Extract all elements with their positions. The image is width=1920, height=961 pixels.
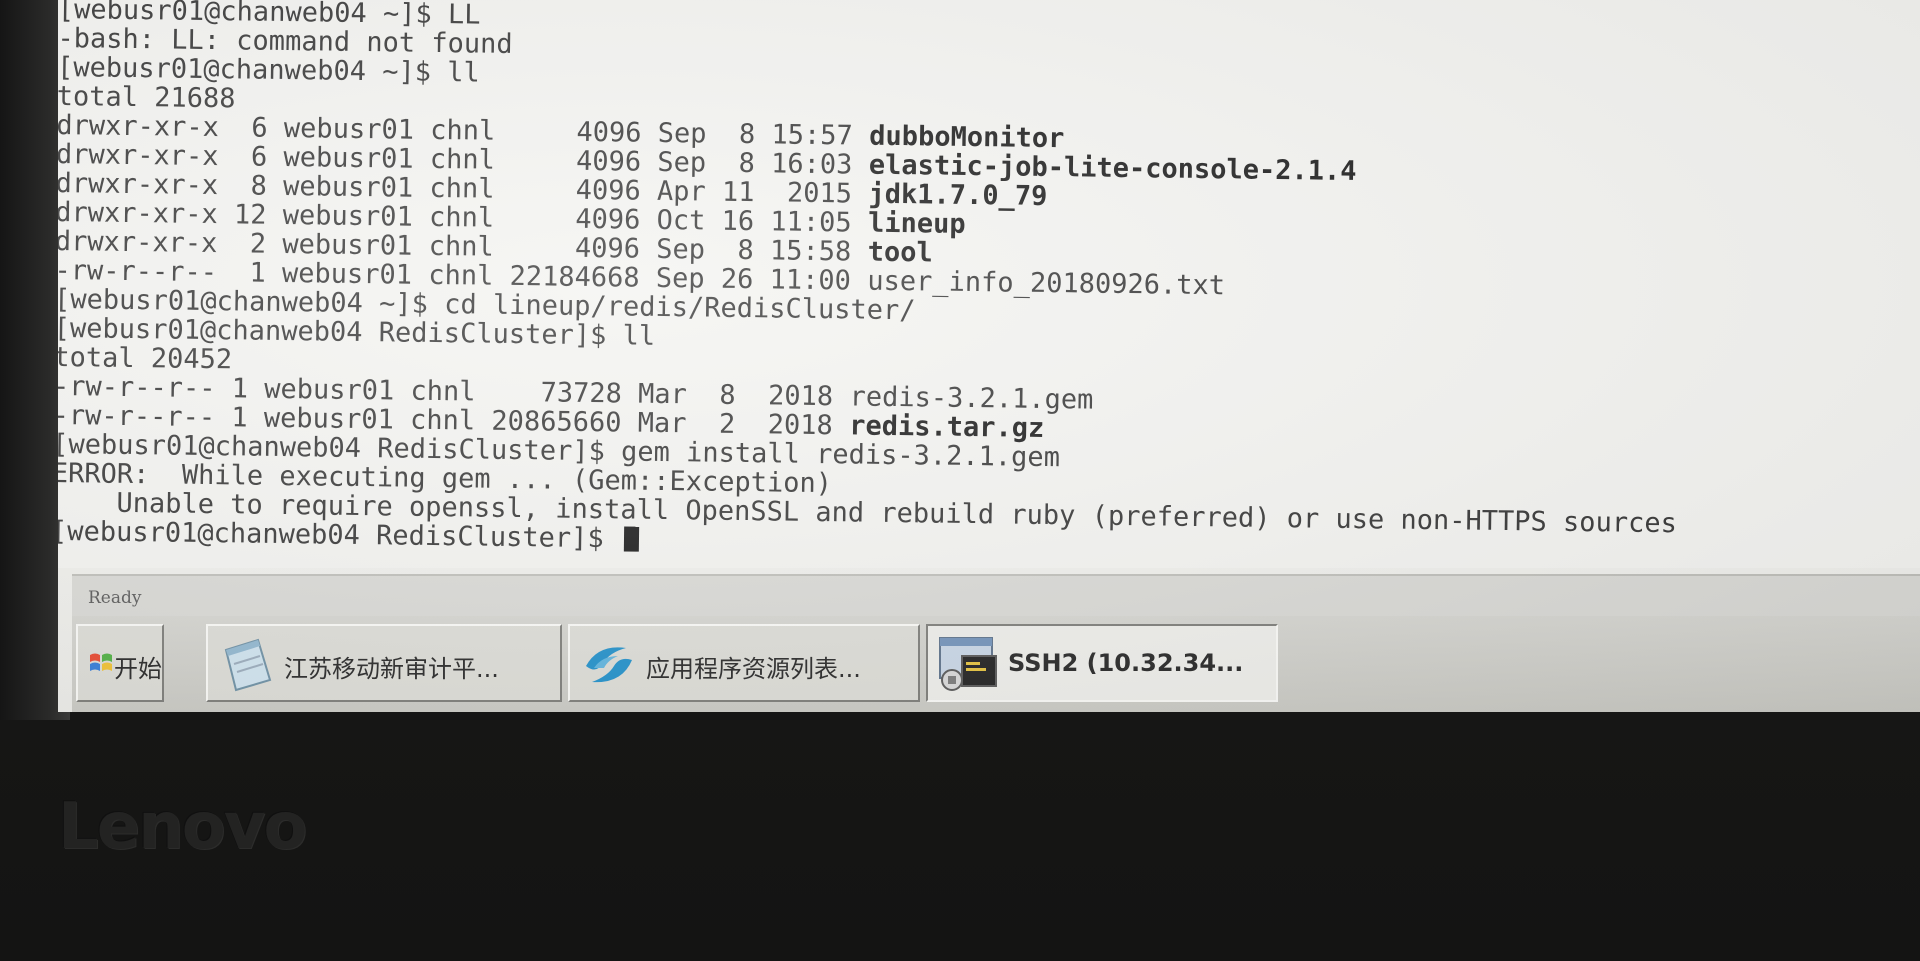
start-button[interactable]: 开始 [76, 624, 164, 702]
notepad-icon [224, 638, 272, 692]
terminal-line: [webusr01@chanweb04 RedisCluster]$ [58, 515, 640, 555]
directory-name: redis.tar.gz [849, 410, 1045, 444]
ssh-terminal-icon [939, 637, 997, 691]
terminal-window[interactable]: [webusr01@chanweb04 ~]$ LL -bash: LL: com… [58, 0, 1920, 568]
china-mobile-logo-icon [586, 647, 632, 683]
lenovo-logo: Lenovo [58, 790, 307, 864]
status-text: Ready [88, 588, 142, 608]
directory-name: lineup [867, 207, 966, 240]
directory-name: tool [867, 236, 933, 269]
taskbar: 开始 江苏移动新审计平... 应用程序资源列表... SSH2 (10.32.3… [72, 616, 1920, 712]
task-label: 江苏移动新审计平... [284, 655, 499, 683]
task-button-ssh2[interactable]: SSH2 (10.32.34... [926, 624, 1278, 702]
file-name: user_info_20180926.txt [867, 265, 1226, 302]
windows-flag-icon [90, 653, 112, 671]
terminal-line-text: total 21688 [58, 80, 236, 115]
task-label: 应用程序资源列表... [646, 655, 861, 683]
directory-name: jdk1.7.0_79 [868, 178, 1048, 212]
start-label: 开始 [114, 655, 162, 683]
status-bar: Ready [72, 574, 1920, 618]
terminal-cursor [623, 526, 640, 552]
photo-frame: [webusr01@chanweb04 ~]$ LL -bash: LL: com… [0, 0, 1920, 961]
directory-name: dubboMonitor [869, 120, 1065, 155]
terminal-line-text: total 20452 [58, 341, 233, 376]
terminal-line: total 20452 [58, 341, 233, 376]
task-button-app-resources[interactable]: 应用程序资源列表... [568, 624, 920, 702]
terminal-line: total 21688 [58, 80, 236, 115]
terminal-line-text: [webusr01@chanweb04 RedisCluster]$ [58, 515, 621, 555]
task-button-audit-platform[interactable]: 江苏移动新审计平... [206, 624, 562, 702]
terminal-output: [webusr01@chanweb04 ~]$ LL -bash: LL: com… [58, 0, 1920, 554]
laptop-screen: [webusr01@chanweb04 ~]$ LL -bash: LL: com… [58, 0, 1920, 712]
task-label: SSH2 (10.32.34... [1008, 649, 1244, 677]
file-name: redis-3.2.1.gem [849, 381, 1094, 416]
